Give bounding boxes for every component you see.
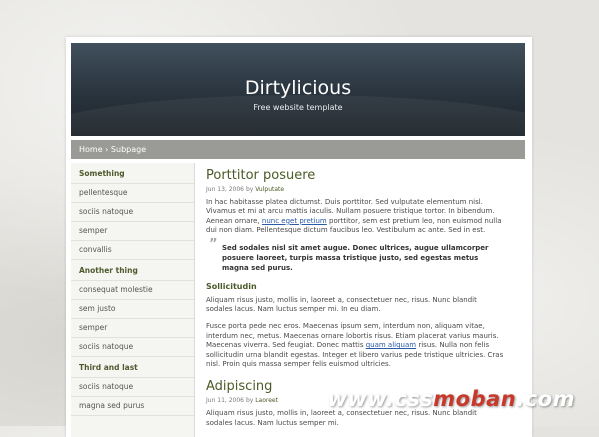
sidebar-link-sociis-natoque[interactable]: sociis natoque — [71, 202, 194, 221]
post-title[interactable]: Porttitor posuere — [206, 168, 504, 184]
quote-text: Sed sodales nisl sit amet augue. Donec u… — [222, 243, 489, 273]
post-paragraph: Fusce porta pede nec eros. Maecenas ipsu… — [206, 322, 504, 369]
sidebar-group-third-and-last: Third and last sociis natoque magna sed … — [71, 357, 194, 416]
sidebar-link-convallis[interactable]: convallis — [71, 240, 194, 260]
inline-link[interactable]: nunc eget pretium — [262, 217, 327, 225]
quote-mark-icon: ” — [209, 236, 218, 252]
sidebar-link-magna-sed-purus[interactable]: magna sed purus — [71, 396, 194, 416]
post-date: Jun 13, 2006 — [206, 186, 245, 193]
sidebar-link-semper[interactable]: semper — [71, 318, 194, 337]
watermark-middle: moban — [433, 387, 517, 411]
watermark-prefix: www.css — [327, 387, 434, 411]
post-paragraph: Aliquam risus justo, mollis in, laoreet … — [206, 409, 477, 427]
site-header: Dirtylicious Free website template — [71, 43, 525, 136]
post-by: by — [245, 397, 254, 405]
post-author[interactable]: Laoreet — [255, 397, 278, 404]
post-porttitor-posuere: Porttitor posuere Jun 13, 2006 by Vulput… — [206, 168, 504, 369]
breadcrumb-home-link[interactable]: Home — [79, 145, 103, 154]
blockquote: ” Sed sodales nisl sit amet augue. Donec… — [206, 236, 504, 274]
sidebar-link-sem-justo[interactable]: sem justo — [71, 299, 194, 318]
page-container: Dirtylicious Free website template Home … — [66, 37, 532, 437]
breadcrumb-separator: › — [105, 145, 109, 154]
inline-link[interactable]: quam aliquam — [366, 341, 416, 349]
watermark: www.cssmoban.com — [327, 387, 575, 411]
sidebar-link-pellentesque[interactable]: pellentesque — [71, 183, 194, 202]
watermark-suffix: .com — [516, 387, 575, 411]
post-paragraph: Aliquam risus justo, mollis in, laoreet … — [206, 295, 477, 313]
post-by: by — [245, 186, 254, 193]
sidebar-link-sociis-natoque[interactable]: sociis natoque — [71, 337, 194, 357]
sidebar-heading: Another thing — [79, 266, 138, 275]
sidebar: Something pellentesque sociis natoque se… — [71, 163, 195, 437]
post-meta: Jun 13, 2006 by Vulputate — [206, 186, 504, 193]
sidebar-link-semper[interactable]: semper — [71, 221, 194, 240]
post-date: Jun 11, 2006 — [206, 397, 245, 405]
sidebar-heading: Something — [79, 169, 125, 178]
sidebar-link-sociis-natoque[interactable]: sociis natoque — [71, 377, 194, 396]
post-author[interactable]: Vulputate — [255, 186, 284, 193]
section-heading: Sollicitudin — [206, 281, 257, 291]
site-title[interactable]: Dirtylicious — [71, 43, 525, 100]
post-paragraph: In hac habitasse platea dictumst. Duis p… — [206, 198, 504, 236]
sidebar-group-something: Something pellentesque sociis natoque se… — [71, 163, 194, 260]
breadcrumb-current: Subpage — [110, 145, 147, 154]
sidebar-link-consequat-molestie[interactable]: consequat molestie — [71, 280, 194, 299]
sidebar-group-another-thing: Another thing consequat molestie sem jus… — [71, 260, 194, 357]
breadcrumb: Home › Subpage — [71, 140, 525, 159]
site-tagline: Free website template — [253, 103, 343, 112]
sidebar-heading: Third and last — [79, 363, 138, 372]
